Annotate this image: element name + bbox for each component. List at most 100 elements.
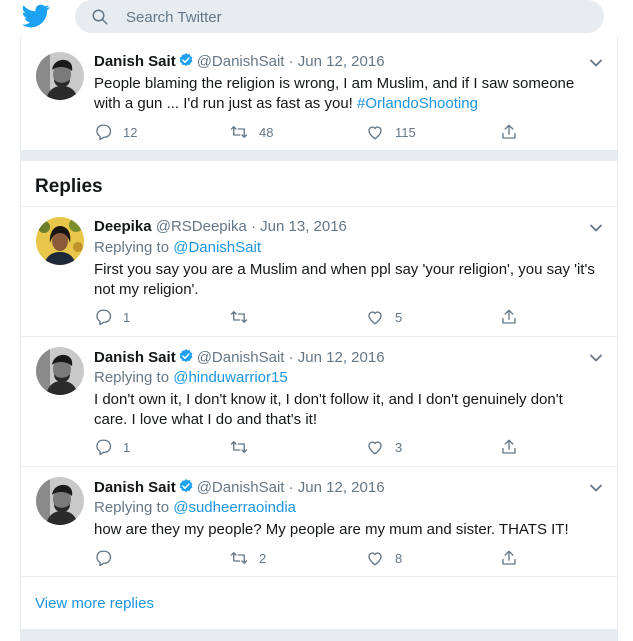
- retweet-button[interactable]: 48: [230, 122, 273, 142]
- tweet-actions: 1 3: [94, 437, 534, 457]
- replying-to-link[interactable]: @DanishSait: [173, 239, 261, 256]
- like-count: 5: [395, 309, 403, 325]
- like-button[interactable]: 3: [366, 437, 402, 457]
- search-icon: [92, 9, 108, 25]
- author-handle[interactable]: @RSDeepika: [156, 218, 247, 235]
- search-input[interactable]: Search Twitter: [126, 9, 222, 26]
- twitter-bird-icon[interactable]: [22, 3, 50, 29]
- like-icon: [366, 438, 384, 456]
- tweet-header: Danish Sait @DanishSait · Jun 12, 2016: [94, 478, 385, 496]
- retweet-button[interactable]: 2: [230, 548, 266, 568]
- chevron-down-icon[interactable]: [589, 483, 603, 493]
- tweet-actions: 2 8: [94, 548, 534, 568]
- reply-button[interactable]: [94, 548, 123, 568]
- author-name[interactable]: Danish Sait: [94, 53, 176, 70]
- search-bar[interactable]: Search Twitter: [75, 0, 604, 33]
- chevron-down-icon[interactable]: [589, 353, 603, 363]
- share-icon: [500, 438, 518, 456]
- replying-to-link[interactable]: @sudheerraoindia: [173, 499, 296, 516]
- retweet-icon: [230, 308, 248, 326]
- reply-tweet[interactable]: Danish Sait @DanishSait · Jun 12, 2016 Re…: [20, 467, 618, 577]
- like-button[interactable]: 8: [366, 548, 402, 568]
- like-icon: [366, 549, 384, 567]
- tweet-date[interactable]: · Jun 12, 2016: [289, 53, 385, 70]
- top-bar: Search Twitter: [0, 0, 633, 36]
- replying-to-link[interactable]: @hinduwarrior15: [173, 369, 287, 386]
- author-name[interactable]: Danish Sait: [94, 479, 176, 496]
- section-divider: [20, 151, 618, 161]
- verified-badge-icon: [178, 52, 194, 68]
- tweet-text: First you say you are a Muslim and when …: [94, 261, 595, 298]
- reply-icon: [94, 549, 112, 567]
- tweet-actions: 12 48 115: [94, 122, 534, 142]
- author-handle[interactable]: @DanishSait: [197, 479, 285, 496]
- avatar[interactable]: [36, 52, 84, 100]
- like-button[interactable]: 115: [366, 122, 416, 142]
- reply-icon: [94, 308, 112, 326]
- replying-to: Replying to @sudheerraoindia: [94, 499, 296, 516]
- reply-icon: [94, 438, 112, 456]
- share-button[interactable]: [500, 122, 529, 142]
- reply-tweet[interactable]: Danish Sait @DanishSait · Jun 12, 2016 Re…: [20, 337, 618, 467]
- retweet-icon: [230, 123, 248, 141]
- avatar[interactable]: [36, 477, 84, 525]
- like-button[interactable]: 5: [366, 307, 402, 327]
- avatar[interactable]: [36, 217, 84, 265]
- replying-prefix: Replying to: [94, 499, 174, 516]
- reply-button[interactable]: 1: [94, 437, 130, 457]
- verified-badge-icon: [178, 348, 194, 364]
- tweet-date[interactable]: · Jun 13, 2016: [251, 218, 347, 235]
- tweet-actions: 1 5: [94, 307, 534, 327]
- author-name[interactable]: Deepika: [94, 218, 152, 235]
- like-count: 115: [395, 124, 416, 140]
- section-divider: [20, 629, 618, 641]
- replies-header: Replies: [20, 161, 618, 207]
- tweet-header: Danish Sait @DanishSait · Jun 12, 2016: [94, 52, 385, 70]
- tweet-text: I don't own it, I don't know it, I don't…: [94, 391, 563, 428]
- author-handle[interactable]: @DanishSait: [197, 349, 285, 366]
- verified-badge-icon: [178, 478, 194, 494]
- retweet-count: 2: [259, 550, 267, 566]
- share-icon: [500, 308, 518, 326]
- tweet-date[interactable]: · Jun 12, 2016: [289, 349, 385, 366]
- reply-icon: [94, 123, 112, 141]
- share-icon: [500, 549, 518, 567]
- retweet-button[interactable]: [230, 437, 259, 457]
- chevron-down-icon[interactable]: [589, 58, 603, 68]
- tweet-text: People blaming the religion is wrong, I …: [94, 74, 599, 114]
- like-count: 3: [395, 439, 403, 455]
- tweet-text: how are they my people? My people are my…: [94, 521, 569, 538]
- replying-prefix: Replying to: [94, 369, 174, 386]
- reply-button[interactable]: 12: [94, 122, 137, 142]
- retweet-count: 48: [259, 124, 274, 140]
- author-name[interactable]: Danish Sait: [94, 349, 176, 366]
- chevron-down-icon[interactable]: [589, 223, 603, 233]
- share-button[interactable]: [500, 307, 529, 327]
- replying-to: Replying to @hinduwarrior15: [94, 369, 288, 386]
- replies-heading: Replies: [35, 176, 103, 197]
- retweet-icon: [230, 549, 248, 567]
- hashtag-link[interactable]: #OrlandoShooting: [357, 95, 478, 112]
- reply-count: 12: [123, 124, 138, 140]
- share-button[interactable]: [500, 548, 529, 568]
- main-tweet[interactable]: Danish Sait @DanishSait · Jun 12, 2016 Pe…: [20, 36, 618, 151]
- view-more-replies[interactable]: View more replies: [20, 577, 618, 629]
- retweet-icon: [230, 438, 248, 456]
- avatar[interactable]: [36, 347, 84, 395]
- share-button[interactable]: [500, 437, 529, 457]
- reply-count: 1: [123, 309, 131, 325]
- replying-prefix: Replying to: [94, 239, 174, 256]
- reply-tweet[interactable]: Deepika @RSDeepika · Jun 13, 2016 Replyi…: [20, 207, 618, 337]
- retweet-button[interactable]: [230, 307, 259, 327]
- tweet-header: Deepika @RSDeepika · Jun 13, 2016: [94, 218, 347, 235]
- replying-to: Replying to @DanishSait: [94, 239, 261, 256]
- tweet-text-body: People blaming the religion is wrong, I …: [94, 75, 575, 112]
- reply-count: 1: [123, 439, 131, 455]
- author-handle[interactable]: @DanishSait: [197, 53, 285, 70]
- view-more-replies-link[interactable]: View more replies: [35, 595, 154, 612]
- reply-button[interactable]: 1: [94, 307, 130, 327]
- like-count: 8: [395, 550, 403, 566]
- tweet-date[interactable]: · Jun 12, 2016: [289, 479, 385, 496]
- tweet-header: Danish Sait @DanishSait · Jun 12, 2016: [94, 348, 385, 366]
- like-icon: [366, 308, 384, 326]
